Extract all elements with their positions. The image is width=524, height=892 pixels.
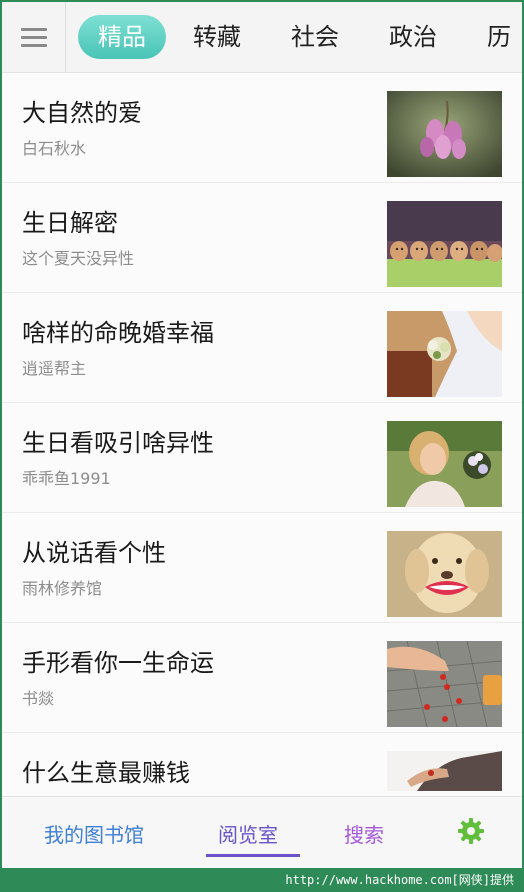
watermark-bar: http://www.hackhome.com[网侠]提供 xyxy=(0,868,524,892)
woman-with-flowers-photo xyxy=(387,421,502,507)
article-author: 书燚 xyxy=(22,689,55,708)
article-author: 白石秋水 xyxy=(22,139,87,158)
category-tabs: 精品 转藏 社会 政治 历 xyxy=(66,2,522,72)
article-author: 逍遥帮主 xyxy=(22,359,87,378)
tab-zhuancang[interactable]: 转藏 xyxy=(170,15,264,59)
dog-with-lips-photo xyxy=(387,531,502,617)
tab-zhengzhi[interactable]: 政治 xyxy=(366,15,460,59)
article-item[interactable]: 大自然的爱 白石秋水 xyxy=(2,73,522,183)
hamburger-menu-icon xyxy=(20,23,47,52)
article-title: 生日看吸引啥异性 xyxy=(22,429,214,457)
tab-shehui[interactable]: 社会 xyxy=(268,15,362,59)
hand-with-berries-photo xyxy=(387,641,502,727)
bride-bouquet-photo xyxy=(387,311,502,397)
gear-icon[interactable] xyxy=(457,817,485,845)
bottom-navigation: 我的图书馆 阅览室 搜索 xyxy=(2,796,522,870)
article-author: 这个夏天没异性 xyxy=(22,249,135,268)
pink-flower-photo xyxy=(387,91,502,177)
hand-photo xyxy=(387,751,502,791)
nav-my-library[interactable]: 我的图书馆 xyxy=(44,819,144,848)
tab-li[interactable]: 历 xyxy=(464,15,522,59)
menu-button[interactable] xyxy=(2,2,66,72)
eggs-with-faces-photo xyxy=(387,201,502,287)
article-item[interactable]: 手形看你一生命运 书燚 xyxy=(2,623,522,733)
article-author: 雨林修养馆 xyxy=(22,579,103,598)
article-title: 手形看你一生命运 xyxy=(22,649,214,677)
article-title: 啥样的命晚婚幸福 xyxy=(22,319,214,347)
article-title: 什么生意最赚钱 xyxy=(22,759,190,787)
article-title: 生日解密 xyxy=(22,209,118,237)
nav-reading-room[interactable]: 阅览室 xyxy=(218,819,278,848)
article-item[interactable]: 啥样的命晚婚幸福 逍遥帮主 xyxy=(2,293,522,403)
article-item[interactable]: 生日解密 这个夏天没异性 xyxy=(2,183,522,293)
app-frame: 精品 转藏 社会 政治 历 大自然的爱 白石秋水 生日解密 这个夏天没异性 啥样… xyxy=(0,0,524,870)
nav-search[interactable]: 搜索 xyxy=(344,819,384,848)
article-author: 乖乖鱼1991 xyxy=(22,469,111,488)
category-bar: 精品 转藏 社会 政治 历 xyxy=(2,2,522,73)
article-title: 大自然的爱 xyxy=(22,99,142,127)
tab-jingpin[interactable]: 精品 xyxy=(78,15,166,59)
article-item[interactable]: 从说话看个性 雨林修养馆 xyxy=(2,513,522,623)
article-item[interactable]: 生日看吸引啥异性 乖乖鱼1991 xyxy=(2,403,522,513)
active-tab-indicator xyxy=(206,854,300,857)
article-title: 从说话看个性 xyxy=(22,539,166,567)
article-list: 大自然的爱 白石秋水 生日解密 这个夏天没异性 啥样的命晚婚幸福 逍遥帮主 生日… xyxy=(2,73,522,843)
